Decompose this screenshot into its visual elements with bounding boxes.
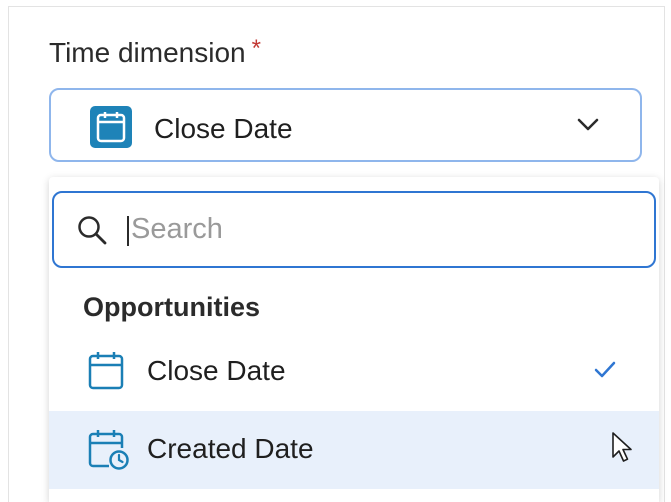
required-asterisk: * [251,35,261,62]
search-box[interactable] [52,191,656,268]
form-panel: Time dimension * Close Date Search Oppor… [8,6,665,502]
field-label-text: Time dimension [49,37,246,68]
search-icon [76,214,108,251]
option-close-date[interactable]: Close Date [49,333,659,411]
option-created-date[interactable]: Created Date [49,411,659,489]
chevron-down-icon[interactable] [576,117,600,138]
selected-value: Close Date [154,113,293,144]
time-dimension-label: Time dimension * [49,35,261,69]
calendar-clock-icon [87,428,131,477]
calendar-icon [87,350,127,397]
option-label: Created Date [147,433,314,464]
checkmark-icon [593,359,617,384]
mouse-pointer-icon [611,431,633,470]
option-label: Close Date [147,355,286,386]
group-label-opportunities: Opportunities [83,292,260,322]
search-input[interactable] [131,209,631,249]
time-dimension-select[interactable]: Close Date [49,88,642,162]
time-dimension-dropdown: Opportunities Close Date [49,177,659,502]
text-caret [127,216,129,246]
calendar-icon [90,106,132,148]
